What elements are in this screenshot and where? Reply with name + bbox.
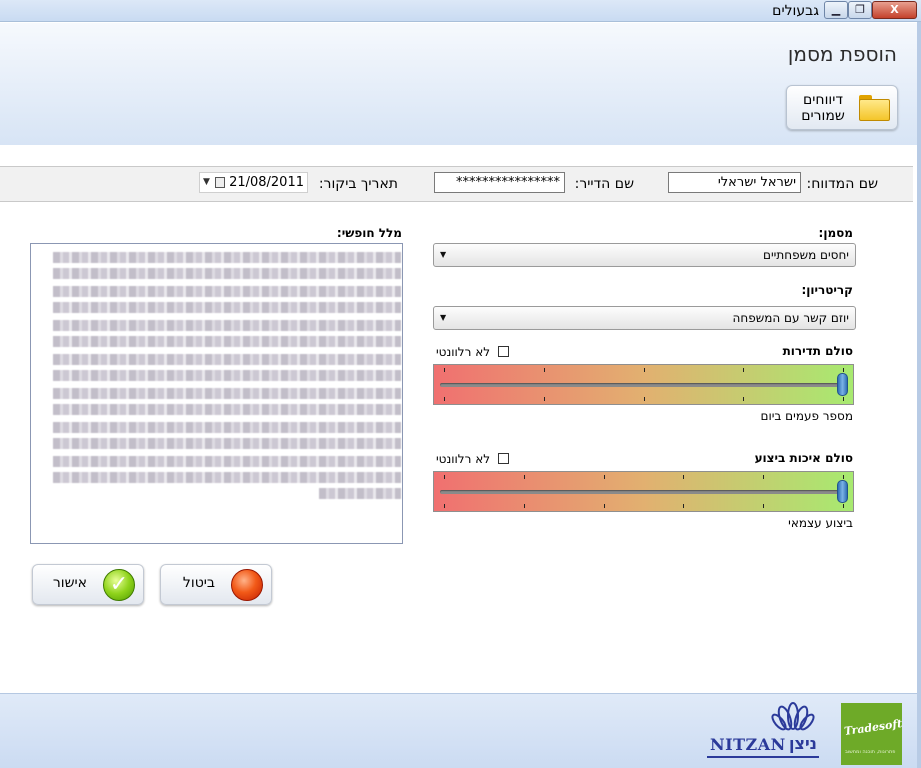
slider-tick <box>544 368 545 372</box>
slider-tick <box>604 475 605 479</box>
visit-date-picker[interactable]: ▼ 21/08/2011 <box>199 172 308 193</box>
window-title: גבעולים <box>772 3 819 19</box>
slider-thumb[interactable] <box>837 480 848 503</box>
nitzan-hebrew: ניצן <box>789 734 817 753</box>
tradesoft-tagline: פתרונות, תוכנה ומחשוב <box>845 749 896 755</box>
marker-label: מסמן: <box>818 226 853 240</box>
slider-track <box>440 490 847 494</box>
free-text-label: מלל חופשי: <box>336 226 402 240</box>
quality-scale-label: סולם איכות ביצוע <box>754 451 853 465</box>
nitzan-word: NITZAN <box>710 735 786 754</box>
reporter-field[interactable]: ישראל ישראלי <box>668 172 801 193</box>
chevron-down-icon[interactable]: ▼ <box>440 307 446 329</box>
slider-track <box>440 383 847 387</box>
slider-tick <box>843 475 844 479</box>
cancel-label: ביטול <box>182 575 215 591</box>
folder-icon <box>859 95 890 121</box>
visit-info-row: שם המדווח: ישראל ישראלי שם הדייר: ******… <box>0 166 913 202</box>
tradesoft-word: Tradesoft <box>843 717 903 738</box>
quality-not-relevant-label: לא רלוונטי <box>436 452 491 466</box>
maximize-icon: ❐ <box>855 3 865 16</box>
cancel-icon <box>231 569 263 601</box>
slider-tick <box>604 504 605 508</box>
visit-date-label: תאריך ביקור: <box>318 176 398 192</box>
reporter-label: שם המדווח: <box>806 176 878 192</box>
slider-tick <box>843 368 844 372</box>
criterion-label: קריטריון: <box>801 283 853 297</box>
slider-tick <box>743 368 744 372</box>
marker-selected-value: יחסים משפחתיים <box>763 248 849 262</box>
slider-tick <box>524 504 525 508</box>
slider-tick <box>743 397 744 401</box>
free-text-area[interactable] <box>30 243 403 544</box>
window-border <box>917 22 921 768</box>
visit-date-value: 21/08/2011 <box>229 175 304 190</box>
quality-caption: ביצוע עצמאי <box>788 516 853 530</box>
slider-tick <box>444 475 445 479</box>
window-titlebar: גבעולים ▁ ❐ X <box>0 0 921 22</box>
slider-tick <box>644 368 645 372</box>
header-area <box>0 23 917 145</box>
slider-tick <box>444 504 445 508</box>
minimize-icon: ▁ <box>831 3 841 16</box>
frequency-not-relevant-label: לא רלוונטי <box>436 345 491 359</box>
slider-tick <box>843 397 844 401</box>
quality-not-relevant-checkbox[interactable] <box>498 453 509 464</box>
resident-field[interactable]: **************** <box>434 172 565 193</box>
confirm-button[interactable]: אישור ✓ <box>32 564 144 605</box>
chevron-down-icon[interactable]: ▼ <box>440 244 446 266</box>
criterion-select[interactable]: יוזם קשר עם המשפחה ▼ <box>433 306 856 330</box>
slider-tick <box>544 397 545 401</box>
marker-select[interactable]: יחסים משפחתיים ▼ <box>433 243 856 267</box>
slider-tick <box>444 368 445 372</box>
chevron-down-icon[interactable]: ▼ <box>203 173 210 192</box>
slider-tick <box>683 475 684 479</box>
nitzan-logo: NITZAN ניצן <box>705 700 820 762</box>
saved-reports-label: דיווחים שמורים <box>801 92 845 124</box>
minimize-button[interactable]: ▁ <box>824 1 848 19</box>
calendar-icon[interactable] <box>215 177 225 188</box>
check-icon: ✓ <box>103 569 135 601</box>
slider-tick <box>683 504 684 508</box>
frequency-scale-label: סולם תדירות <box>782 344 853 358</box>
slider-thumb[interactable] <box>837 373 848 396</box>
tradesoft-logo: Tradesoft פתרונות, תוכנה ומחשוב <box>841 703 903 765</box>
maximize-button[interactable]: ❐ <box>848 1 872 19</box>
close-icon: X <box>890 3 899 16</box>
confirm-label: אישור <box>52 575 87 591</box>
resident-label: שם הדייר: <box>574 176 634 192</box>
frequency-caption: מספר פעמים ביום <box>760 409 854 423</box>
slider-tick <box>524 475 525 479</box>
quality-slider[interactable] <box>433 471 854 512</box>
slider-tick <box>444 397 445 401</box>
criterion-selected-value: יוזם קשר עם המשפחה <box>732 311 849 325</box>
saved-reports-button[interactable]: דיווחים שמורים <box>786 85 898 130</box>
flower-icon <box>771 702 815 731</box>
frequency-slider[interactable] <box>433 364 854 405</box>
slider-tick <box>763 504 764 508</box>
page-title: הוספת מסמן <box>787 42 897 66</box>
slider-tick <box>763 475 764 479</box>
close-button[interactable]: X <box>872 1 917 19</box>
slider-tick <box>843 504 844 508</box>
slider-tick <box>644 397 645 401</box>
frequency-not-relevant-checkbox[interactable] <box>498 346 509 357</box>
cancel-button[interactable]: ביטול <box>160 564 272 605</box>
